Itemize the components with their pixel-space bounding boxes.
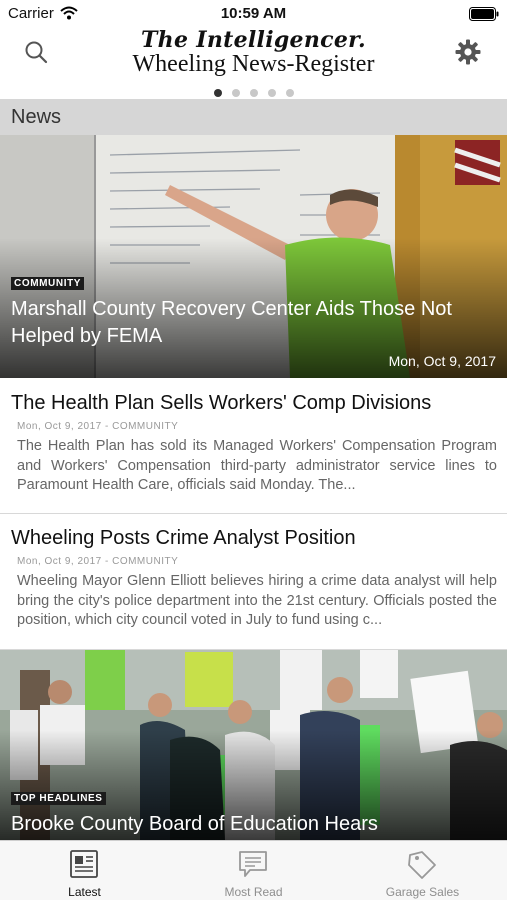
page-dot-2[interactable] bbox=[231, 89, 240, 97]
article-title[interactable]: The Health Plan Sells Workers' Comp Divi… bbox=[11, 392, 431, 415]
clock: 10:59 AM bbox=[220, 5, 287, 22]
tab-garage-sales[interactable]: Garage Sales bbox=[338, 841, 507, 900]
battery-icon bbox=[469, 7, 499, 26]
masthead-line1: The Intelligencer. bbox=[141, 27, 366, 53]
masthead-logo: The Intelligencer. Wheeling News-Registe… bbox=[90, 28, 417, 76]
tab-label: Latest bbox=[68, 885, 101, 899]
article-meta: Mon, Oct 9, 2017 - COMMUNITY bbox=[17, 421, 179, 432]
article-list-item[interactable]: The Health Plan Sells Workers' Comp Divi… bbox=[0, 378, 507, 514]
featured-story-card[interactable]: COMMUNITY Marshall County Recovery Cente… bbox=[0, 135, 507, 378]
tab-most-read[interactable]: Most Read bbox=[169, 841, 338, 900]
category-badge: TOP HEADLINES bbox=[11, 792, 106, 805]
category-badge: COMMUNITY bbox=[11, 277, 85, 290]
section-header: News bbox=[0, 99, 507, 135]
section-title: News bbox=[11, 106, 62, 128]
status-bar: Carrier 10:59 AM bbox=[0, 0, 507, 28]
featured-story-date: Mon, Oct 9, 2017 bbox=[388, 353, 496, 369]
article-summary: Wheeling Mayor Glenn Elliott believes hi… bbox=[17, 573, 497, 628]
page-dot-5[interactable] bbox=[285, 89, 294, 97]
price-tag-icon bbox=[406, 849, 438, 886]
article-meta: Mon, Oct 9, 2017 - COMMUNITY bbox=[17, 556, 179, 567]
tab-label: Most Read bbox=[224, 885, 283, 899]
top-headline-card[interactable]: TOP HEADLINES Brooke County Board of Edu… bbox=[0, 650, 507, 840]
page-indicator bbox=[0, 84, 507, 97]
article-summary: The Health Plan has sold its Managed Wor… bbox=[17, 438, 497, 493]
tab-label: Garage Sales bbox=[385, 885, 460, 899]
article-list-item[interactable]: Wheeling Posts Crime Analyst Position Mo… bbox=[0, 514, 507, 650]
masthead-line2: Wheeling News-Register bbox=[132, 51, 375, 77]
app-header: The Intelligencer. Wheeling News-Registe… bbox=[0, 28, 507, 80]
page-dot-3[interactable] bbox=[249, 89, 258, 97]
gear-icon[interactable] bbox=[455, 39, 481, 70]
page-dot-4[interactable] bbox=[267, 89, 276, 97]
featured-story-title[interactable]: Marshall County Recovery Center Aids Tho… bbox=[11, 296, 501, 350]
top-headline-title[interactable]: Brooke County Board of Education Hears bbox=[11, 811, 501, 838]
article-title[interactable]: Wheeling Posts Crime Analyst Position bbox=[11, 527, 356, 550]
newspaper-icon bbox=[68, 849, 100, 884]
tab-bar: Latest Most Read Garage Sales bbox=[0, 840, 507, 900]
tab-latest[interactable]: Latest bbox=[0, 841, 169, 900]
search-icon[interactable] bbox=[24, 40, 48, 69]
chat-bubble-icon bbox=[237, 849, 269, 884]
page-dot-1[interactable] bbox=[213, 89, 222, 97]
